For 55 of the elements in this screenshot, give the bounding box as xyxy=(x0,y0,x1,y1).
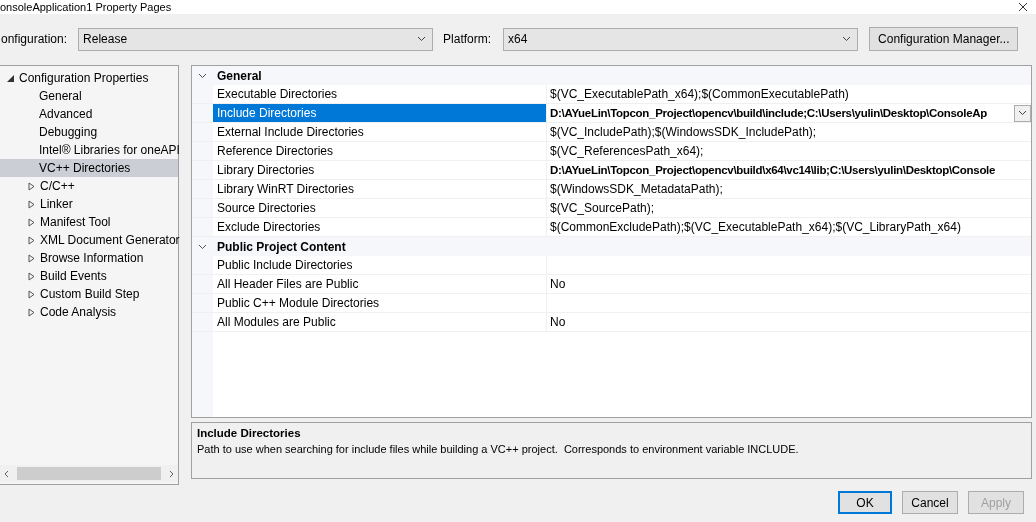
tree-item[interactable]: Advanced xyxy=(0,105,178,123)
platform-label: Platform: xyxy=(443,32,492,46)
platform-dropdown[interactable]: x64 xyxy=(503,27,859,51)
collapsed-triangle-icon[interactable] xyxy=(27,199,36,209)
tree-item[interactable]: C/C++ xyxy=(0,177,178,195)
property-value: No xyxy=(550,315,566,329)
property-value: $(WindowsSDK_MetadataPath); xyxy=(550,182,723,196)
collapsed-triangle-icon[interactable] xyxy=(27,181,36,191)
property-value: No xyxy=(550,277,566,291)
collapsed-triangle-icon[interactable] xyxy=(27,217,36,227)
tree-item[interactable]: VC++ Directories xyxy=(0,159,178,177)
dropdown-button[interactable] xyxy=(1014,104,1031,122)
window-title: onsoleApplication1 Property Pages xyxy=(0,0,172,14)
tree-item[interactable]: Manifest Tool xyxy=(0,213,178,231)
chevron-down-icon xyxy=(842,36,852,42)
chevron-down-icon xyxy=(417,36,427,42)
dialog-button[interactable]: Cancel xyxy=(902,491,958,514)
scrollbar-thumb[interactable] xyxy=(17,467,161,480)
collapsed-triangle-icon[interactable] xyxy=(27,253,36,263)
tree-item[interactable]: Intel® Libraries for oneAPI xyxy=(0,141,178,159)
property-value: $(VC_ReferencesPath_x64); xyxy=(550,144,704,158)
collapsed-triangle-icon[interactable] xyxy=(27,307,36,317)
tree-item[interactable]: Build Events xyxy=(0,267,178,285)
chevron-down-icon[interactable] xyxy=(198,71,207,80)
chevron-down-icon xyxy=(1018,110,1027,116)
horizontal-scrollbar[interactable] xyxy=(0,465,178,482)
tree-item[interactable]: Browse Information xyxy=(0,249,178,267)
property-value: $(VC_IncludePath);$(WindowsSDK_IncludePath); xyxy=(550,125,817,139)
chevron-down-icon[interactable] xyxy=(198,242,207,251)
tree-item[interactable]: Configuration Properties xyxy=(0,69,178,87)
property-value: D:\AYueLin\Topcon_Project\opencv\build\x64\vc14\lib;C:\Users\yulin\Desktop\Console xyxy=(550,164,996,176)
description-text: Path to use when searching for include files while building a VC++ project. Corresponds to environment variable INCLUDE. xyxy=(197,443,800,456)
tree-item[interactable]: Custom Build Step xyxy=(0,285,178,303)
collapsed-triangle-icon[interactable] xyxy=(27,271,36,281)
configuration-label: onfiguration: xyxy=(1,32,68,46)
configuration-dropdown[interactable]: Release xyxy=(78,27,434,51)
scroll-right-icon[interactable] xyxy=(167,469,175,478)
tree-item[interactable]: XML Document Generator xyxy=(0,231,178,249)
property-value: D:\AYueLin\Topcon_Project\opencv\build\include;C:\Users\yulin\Desktop\ConsoleAp xyxy=(550,107,987,119)
collapsed-triangle-icon[interactable] xyxy=(27,235,36,245)
description-title: Include Directories xyxy=(197,427,302,440)
property-value: $(VC_ExecutablePath_x64);$(CommonExecutablePath) xyxy=(550,87,849,101)
tree-item[interactable]: Code Analysis xyxy=(0,303,178,321)
tree-item[interactable]: General xyxy=(0,87,178,105)
property-name[interactable]: Include Directories xyxy=(213,104,547,122)
collapsed-triangle-icon[interactable] xyxy=(27,289,36,299)
scroll-left-icon[interactable] xyxy=(3,469,11,478)
configuration-manager-button[interactable]: Configuration Manager... xyxy=(869,27,1019,51)
property-value: $(CommonExcludePath);$(VC_ExecutablePath_x64);$(VC_LibraryPath_x64) xyxy=(550,220,961,234)
tree-item[interactable]: Linker xyxy=(0,195,178,213)
tree-item[interactable]: Debugging xyxy=(0,123,178,141)
expanded-triangle-icon[interactable] xyxy=(6,73,15,83)
property-value: $(VC_SourcePath); xyxy=(550,201,655,215)
ok-button[interactable]: OK xyxy=(838,491,892,514)
close-icon[interactable] xyxy=(1018,3,1028,11)
